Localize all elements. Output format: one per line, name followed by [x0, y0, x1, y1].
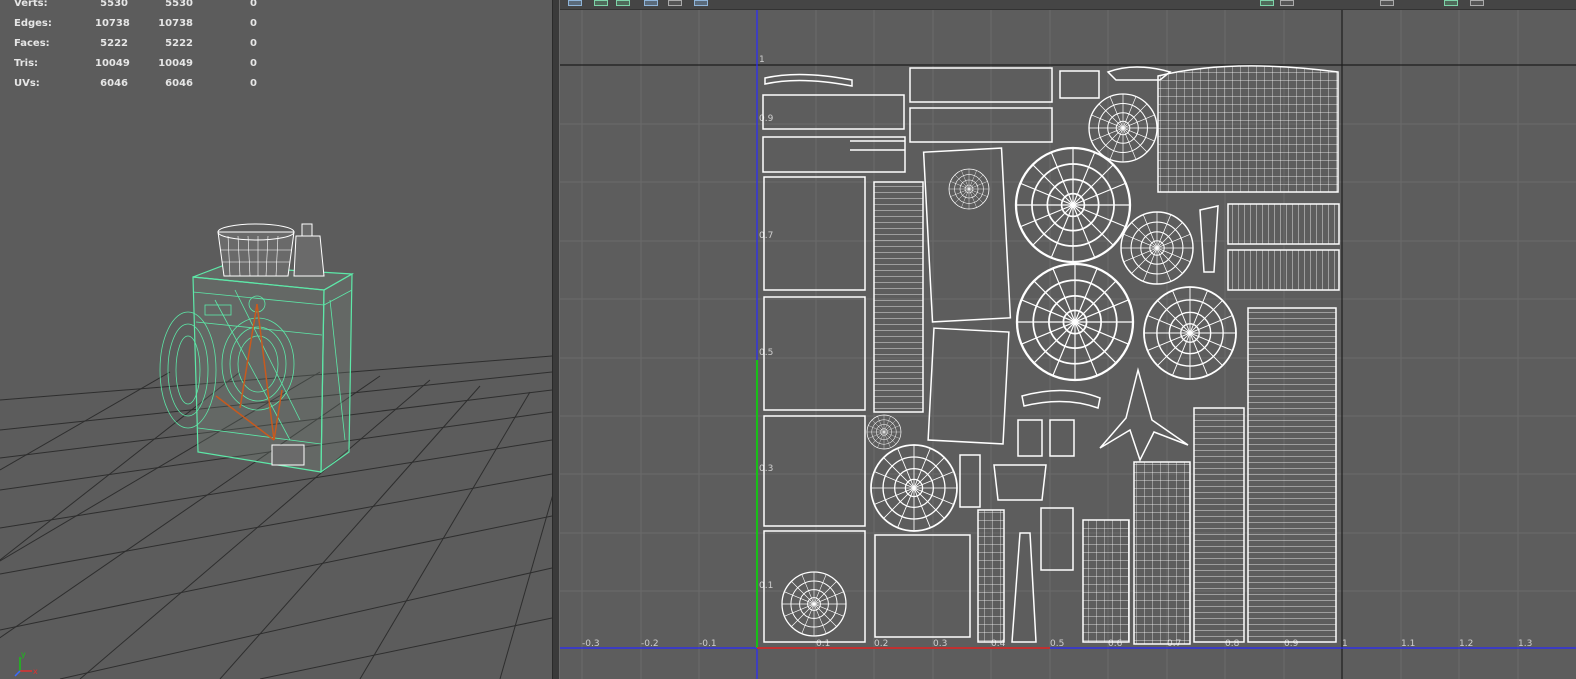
uv-shell[interactable]: [764, 73, 853, 87]
hud-value: 0: [250, 58, 257, 69]
uv-shell[interactable]: [1049, 419, 1075, 457]
uv-shell[interactable]: [1011, 532, 1037, 643]
uv-shell[interactable]: [763, 176, 866, 291]
hud-value: 5530: [165, 0, 193, 9]
hud-value: 5222: [100, 38, 128, 49]
hud-value: 6046: [100, 78, 128, 89]
uv-shell[interactable]: [763, 530, 866, 643]
uv-shell[interactable]: [1157, 65, 1339, 193]
panel-splitter[interactable]: [552, 0, 560, 679]
washing-machine-model[interactable]: [0, 0, 552, 679]
uv-shell[interactable]: [1227, 203, 1340, 245]
axis-gizmo: y x: [14, 650, 38, 677]
uv-texture-icon[interactable]: [668, 0, 682, 6]
gizmo-y-label: y: [21, 650, 26, 659]
uv-shell[interactable]: [1133, 461, 1191, 645]
uv-shell[interactable]: [1017, 419, 1043, 457]
uv-shell[interactable]: [959, 454, 981, 508]
uv-shells[interactable]: [560, 0, 1576, 679]
uv-shell[interactable]: [993, 464, 1047, 501]
uv-shell[interactable]: [1227, 249, 1340, 291]
uv-shell[interactable]: [927, 327, 1010, 445]
hud-row-faces: Faces: 5222 5222 0: [0, 38, 270, 52]
uv-settings-icon[interactable]: [1380, 0, 1394, 6]
hud-row-verts: Verts: 5530 5530 0: [0, 0, 270, 12]
uv-color-icon[interactable]: [1444, 0, 1458, 6]
hud-label: Faces:: [14, 38, 50, 49]
hud-label: Tris:: [14, 58, 39, 69]
hud-value: 0: [250, 0, 257, 9]
z-axis-line: [14, 670, 21, 677]
uv-shell[interactable]: [1021, 389, 1101, 410]
hud-row-tris: Tris: 10049 10049 0: [0, 58, 270, 72]
uv-shell[interactable]: [977, 509, 1005, 643]
uv-shell[interactable]: [1059, 70, 1100, 99]
hud-row-uvs: UVs: 6046 6046 0: [0, 78, 270, 92]
uv-shell[interactable]: [762, 94, 905, 130]
uv-shell[interactable]: [873, 181, 924, 413]
uv-shell[interactable]: [874, 534, 971, 638]
uv-shell[interactable]: [763, 415, 866, 527]
hud-label: UVs:: [14, 78, 40, 89]
hud-value: 10049: [95, 58, 130, 69]
hud-value: 0: [250, 38, 257, 49]
uv-shell-icon[interactable]: [594, 0, 608, 6]
uv-frame-icon[interactable]: [644, 0, 658, 6]
uv-select-icon[interactable]: [568, 0, 582, 6]
uv-shell[interactable]: [763, 296, 866, 411]
uv-shell[interactable]: [1099, 367, 1189, 462]
uv-shell[interactable]: [1247, 307, 1337, 643]
hud-value: 5530: [100, 0, 128, 9]
uv-shell[interactable]: [762, 136, 906, 173]
uv-shell[interactable]: [1040, 507, 1074, 571]
hud-value: 6046: [165, 78, 193, 89]
uv-options-icon[interactable]: [1470, 0, 1484, 6]
uv-shell[interactable]: [1199, 205, 1219, 273]
uv-shell[interactable]: [922, 147, 1012, 323]
hud-label: Verts:: [14, 0, 48, 9]
hud-value: 10049: [158, 58, 193, 69]
hud-label: Edges:: [14, 18, 52, 29]
uv-shell[interactable]: [1082, 519, 1130, 643]
uv-grid-icon[interactable]: [616, 0, 630, 6]
uv-shell[interactable]: [1193, 407, 1245, 643]
uv-shell[interactable]: [909, 107, 1053, 143]
perspective-viewport[interactable]: Verts: 5530 5530 0 Edges: 10738 10738 0 …: [0, 0, 552, 679]
uv-snap-icon[interactable]: [1260, 0, 1274, 6]
uv-toolbar: [560, 0, 1576, 10]
uv-editor-panel[interactable]: -0.3 -0.2 -0.1 0.1 0.2 0.3 0.4 0.5 0.6 0…: [560, 0, 1576, 679]
hud-value: 10738: [158, 18, 193, 29]
uv-shell[interactable]: [909, 67, 1053, 103]
hud-value: 0: [250, 18, 257, 29]
hud-value: 5222: [165, 38, 193, 49]
hud-value: 0: [250, 78, 257, 89]
gizmo-x-label: x: [33, 667, 38, 676]
hud-row-edges: Edges: 10738 10738 0: [0, 18, 270, 32]
uv-image-icon[interactable]: [694, 0, 708, 6]
hud-value: 10738: [95, 18, 130, 29]
uv-display-icon[interactable]: [1280, 0, 1294, 6]
